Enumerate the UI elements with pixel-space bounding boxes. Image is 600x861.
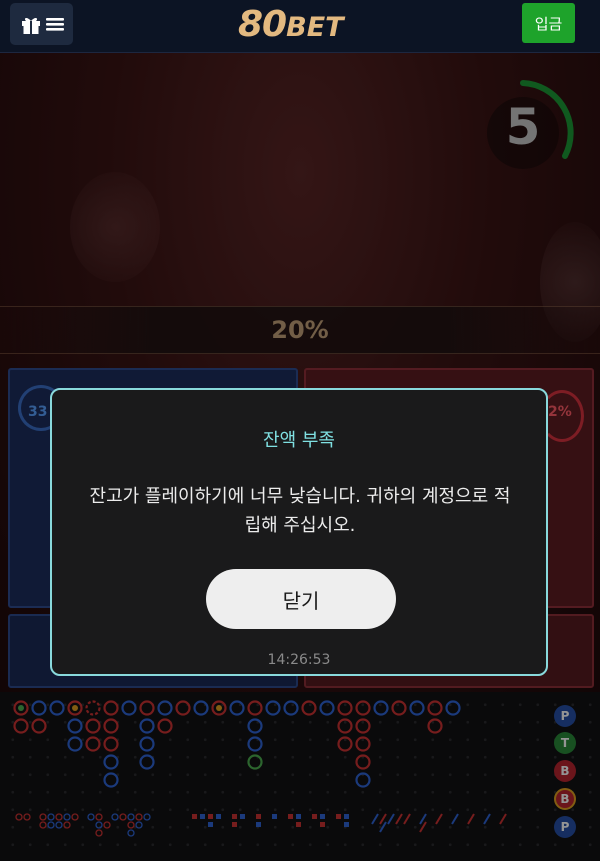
menu-button[interactable]	[10, 3, 73, 45]
top-bar: 80 BET 입금	[0, 0, 600, 53]
dialog-title: 잔액 부족	[263, 430, 335, 451]
gift-icon	[21, 17, 40, 34]
close-button[interactable]: 닫기	[206, 569, 396, 629]
hamburger-icon	[45, 18, 64, 31]
insufficient-balance-dialog: 잔액 부족 잔고가 플레이하기에 너무 낮습니다. 귀하의 계정으로 적립해 주…	[50, 388, 548, 676]
logo-number: 80	[238, 4, 287, 45]
logo-text: BET	[286, 12, 344, 43]
dialog-timestamp: 14:26:53	[267, 652, 331, 668]
dialog-message: 잔고가 플레이하기에 너무 낮습니다. 귀하의 계정으로 적립해 주십시오.	[89, 486, 511, 536]
logo[interactable]: 80 BET	[238, 4, 344, 48]
deposit-button[interactable]: 입금	[522, 3, 575, 43]
